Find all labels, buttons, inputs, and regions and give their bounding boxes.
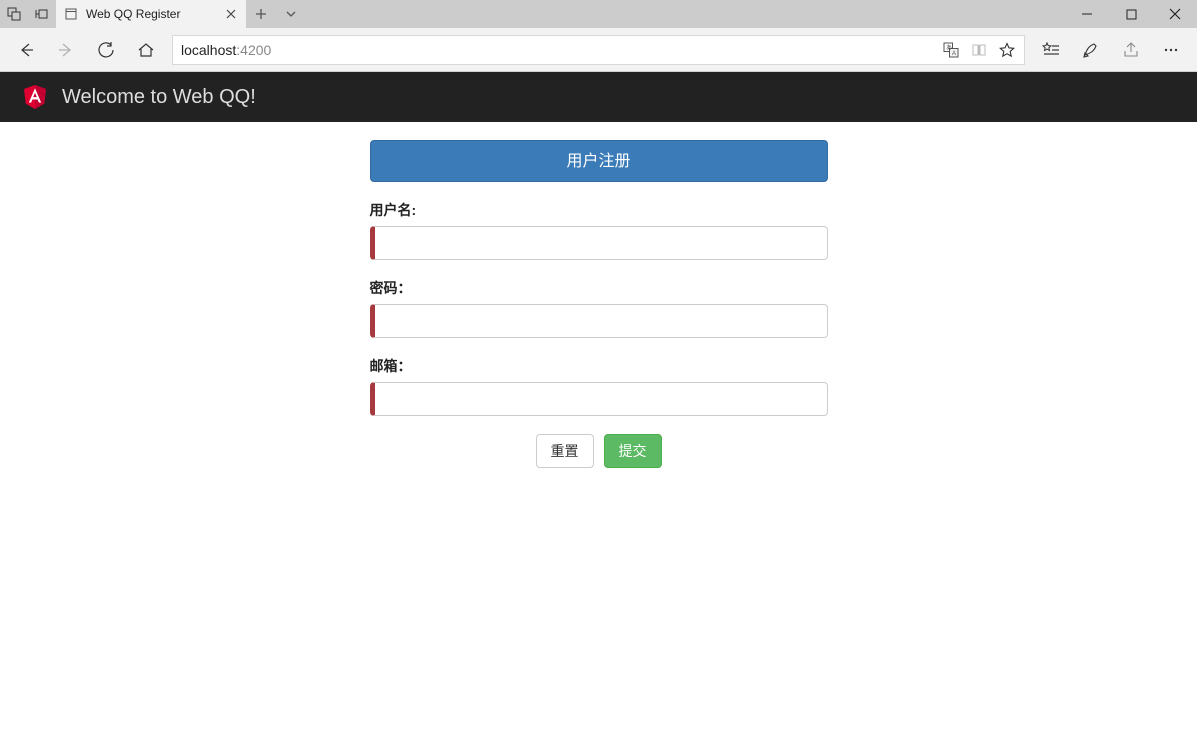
reading-view-icon[interactable]	[970, 41, 988, 59]
form-header: 用户注册	[370, 140, 828, 182]
title-bar: Web QQ Register	[0, 0, 1197, 28]
favorites-list-icon[interactable]	[1031, 30, 1071, 70]
address-text: localhost:4200	[181, 42, 942, 58]
register-form: 用户注册 用户名: 密码： 邮箱： 重置 提交	[370, 140, 828, 468]
address-host: localhost	[181, 42, 236, 58]
app-header: Welcome to Web QQ!	[0, 72, 1197, 122]
reset-button[interactable]: 重置	[536, 434, 594, 468]
email-group: 邮箱：	[370, 356, 828, 416]
button-row: 重置 提交	[370, 434, 828, 468]
username-label: 用户名:	[370, 200, 828, 220]
username-group: 用户名:	[370, 200, 828, 260]
translate-icon[interactable]: あA	[942, 41, 960, 59]
tab-close-button[interactable]	[220, 3, 242, 25]
forward-button[interactable]	[46, 30, 86, 70]
tab-title: Web QQ Register	[86, 7, 212, 21]
email-input[interactable]	[370, 382, 828, 416]
favorite-star-icon[interactable]	[998, 41, 1016, 59]
new-tab-button[interactable]	[246, 0, 276, 28]
refresh-button[interactable]	[86, 30, 126, 70]
browser-toolbar: localhost:4200 あA	[0, 28, 1197, 72]
submit-button[interactable]: 提交	[604, 434, 662, 468]
form-area: 用户注册 用户名: 密码： 邮箱： 重置 提交	[0, 122, 1197, 468]
email-label: 邮箱：	[370, 356, 828, 376]
more-icon[interactable]	[1151, 30, 1191, 70]
home-button[interactable]	[126, 30, 166, 70]
set-aside-tabs-icon[interactable]	[28, 0, 56, 28]
back-button[interactable]	[6, 30, 46, 70]
svg-text:A: A	[952, 51, 956, 57]
app-title: Welcome to Web QQ!	[62, 86, 256, 109]
password-group: 密码：	[370, 278, 828, 338]
close-window-button[interactable]	[1153, 0, 1197, 28]
page-icon	[64, 7, 78, 21]
share-icon[interactable]	[1111, 30, 1151, 70]
username-input[interactable]	[370, 226, 828, 260]
password-label: 密码：	[370, 278, 828, 298]
password-input[interactable]	[370, 304, 828, 338]
angular-logo-icon	[24, 85, 46, 109]
toolbar-right	[1031, 30, 1191, 70]
address-bar[interactable]: localhost:4200 あA	[172, 35, 1025, 65]
browser-tab[interactable]: Web QQ Register	[56, 0, 246, 28]
tab-preview-icon[interactable]	[0, 0, 28, 28]
tab-actions	[246, 0, 306, 28]
maximize-button[interactable]	[1109, 0, 1153, 28]
tab-menu-chevron-icon[interactable]	[276, 0, 306, 28]
address-port: :4200	[236, 42, 271, 58]
titlebar-left	[0, 0, 56, 28]
window-controls	[1065, 0, 1197, 28]
minimize-button[interactable]	[1065, 0, 1109, 28]
tab-strip: Web QQ Register	[56, 0, 306, 28]
notes-icon[interactable]	[1071, 30, 1111, 70]
address-icons: あA	[942, 41, 1016, 59]
